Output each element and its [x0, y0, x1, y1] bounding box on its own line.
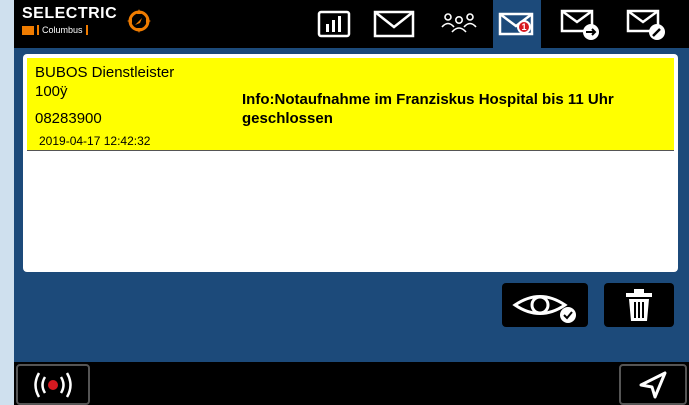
mark-read-button[interactable] — [502, 283, 588, 327]
send-button[interactable] — [619, 364, 687, 405]
message-list[interactable]: BUBOS Dienstleister 100ÿ 08283900 2019-0… — [23, 54, 678, 272]
message-timestamp: 2019-04-17 12:42:32 — [39, 134, 151, 148]
tab-compose[interactable] — [622, 6, 670, 42]
tab-outbox[interactable] — [556, 6, 604, 42]
envelope-edit-icon — [626, 9, 665, 40]
emergency-button[interactable] — [16, 364, 90, 405]
top-bar: SELECTRIC Columbus 1 — [14, 0, 689, 48]
tab-inbox[interactable]: 1 — [493, 0, 541, 48]
send-arrow-icon — [639, 371, 667, 398]
envelope-icon — [373, 10, 415, 38]
brand: SELECTRIC Columbus — [22, 6, 117, 35]
message-number: 08283900 — [35, 110, 102, 127]
delete-button[interactable] — [604, 283, 674, 327]
message-text: Info:Notaufnahme im Franziskus Hospital … — [242, 91, 614, 127]
tab-groups[interactable] — [435, 6, 483, 42]
message-sender: BUBOS Dienstleister — [35, 64, 175, 81]
device-screen: SELECTRIC Columbus 1 BUBOS Dienstleister… — [14, 0, 689, 405]
compass-logo-icon — [127, 9, 151, 33]
bottom-bar — [14, 362, 689, 405]
unread-badge: 1 — [517, 20, 531, 34]
emergency-signal-icon — [34, 371, 72, 398]
signal-indicator-icon — [22, 25, 34, 35]
trash-icon — [626, 289, 652, 321]
message-row[interactable]: BUBOS Dienstleister 100ÿ 08283900 2019-0… — [27, 58, 674, 151]
eye-check-icon — [512, 295, 576, 323]
envelope-send-icon — [560, 9, 599, 40]
bar-chart-icon — [317, 10, 351, 38]
tab-messages[interactable] — [370, 6, 418, 42]
brand-subtitle-row: Columbus — [22, 25, 117, 35]
brand-subtitle: Columbus — [37, 25, 88, 35]
tab-status[interactable] — [310, 6, 358, 42]
brand-name: SELECTRIC — [22, 5, 118, 22]
group-icon — [441, 13, 477, 33]
message-code: 100ÿ — [35, 83, 68, 100]
